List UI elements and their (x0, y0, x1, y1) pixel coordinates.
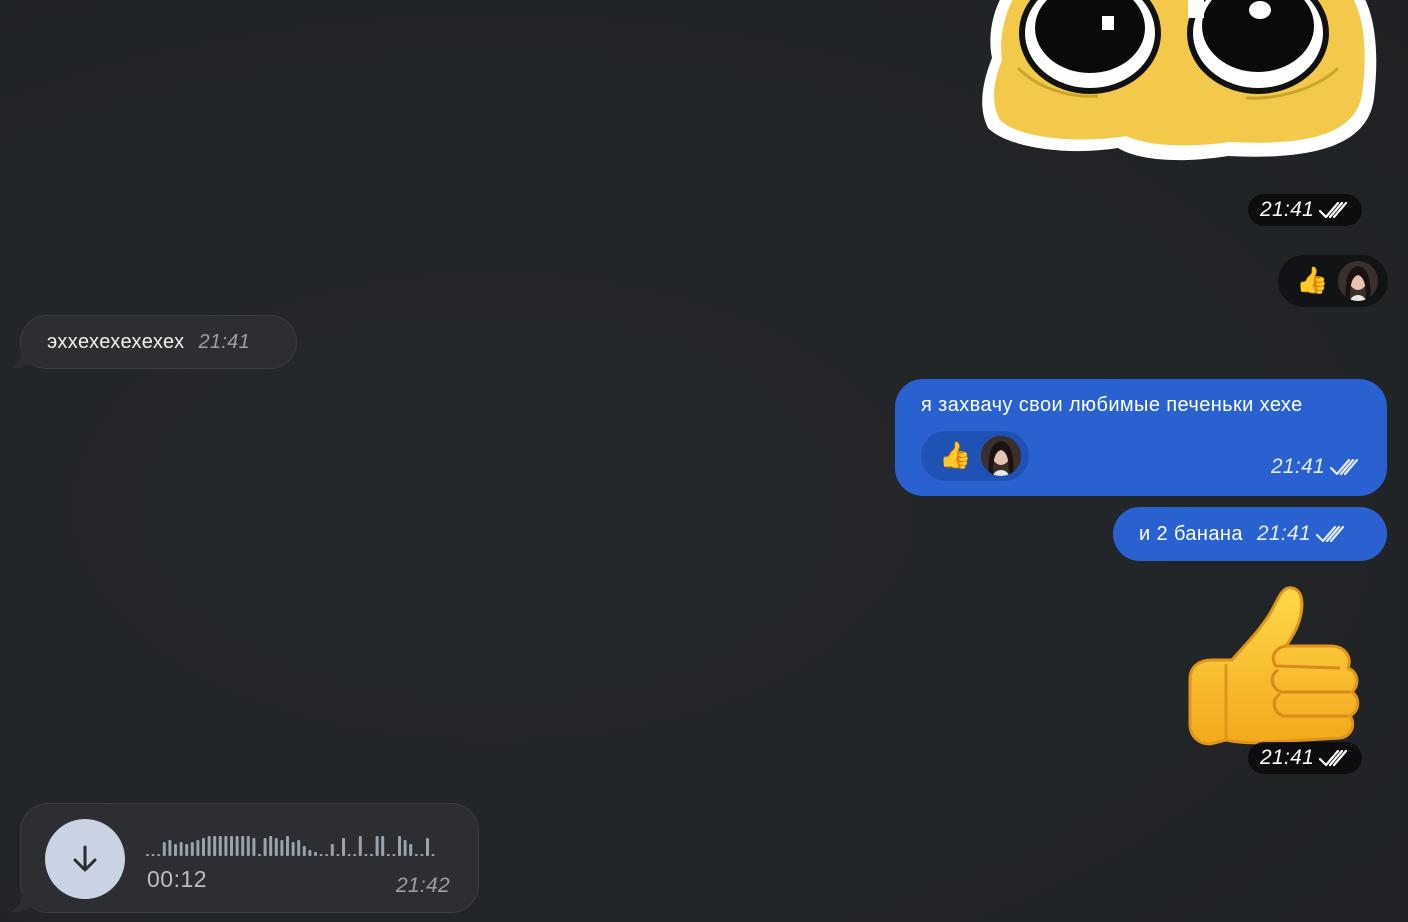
waveform-bar (347, 854, 351, 856)
arrow-down-icon (73, 845, 97, 872)
timestamp: 21:41 (1270, 455, 1325, 478)
waveform-bar (314, 852, 317, 856)
chat-area: 21:41 👍 эххехехехехех 21:41 я захвачу св… (0, 0, 1408, 922)
waveform-bar (286, 836, 289, 856)
sticker-timestamp: 21:41 (1248, 742, 1363, 774)
waveform-bar (409, 844, 413, 856)
timestamp: 21:41 (1260, 746, 1315, 769)
waveform-bar (319, 854, 323, 856)
bubble-tail (10, 892, 36, 913)
waveform-bar (157, 854, 161, 856)
thumbs-up-icon: 👍 (939, 441, 972, 471)
timestamp: 21:41 (198, 330, 251, 353)
waveform-bar (235, 836, 239, 856)
sticker-timestamp: 21:41 (1248, 194, 1363, 226)
waveform-bar (218, 836, 222, 856)
avatar[interactable] (1338, 261, 1379, 301)
waveform-bar (330, 844, 334, 856)
reaction-pill[interactable]: 👍 (921, 431, 1029, 481)
message-meta: 21:41 (1257, 522, 1347, 546)
waveform-bar (431, 854, 435, 856)
waveform-bar (151, 854, 155, 856)
read-check-icon (1318, 749, 1348, 767)
incoming-message[interactable]: эххехехехехех 21:41 (20, 315, 297, 369)
waveform-bar (196, 840, 200, 856)
waveform-bar (392, 854, 396, 856)
voice-message[interactable]: 00:12 21:42 (20, 803, 479, 913)
waveform-bar (358, 836, 362, 856)
waveform-bar (246, 836, 250, 856)
waveform-bar (269, 836, 273, 856)
waveform-bar (364, 854, 368, 856)
waveform-bar (230, 836, 233, 856)
message-text: я захвачу свои любимые печеньки хехе (921, 394, 1303, 416)
waveform-bar (342, 838, 345, 856)
thumbs-up-icon: 👍 (1296, 266, 1329, 296)
waveform-bar (403, 840, 407, 856)
waveform-bar (297, 840, 301, 856)
waveform-bar (258, 854, 261, 856)
waveform-bar (168, 840, 172, 856)
message-meta: 21:41 (1271, 455, 1361, 479)
waveform-bar (274, 838, 278, 856)
download-button[interactable] (45, 819, 125, 899)
waveform-bar (202, 838, 205, 856)
waveform-bar (398, 836, 401, 856)
cute-emoji-sticker[interactable] (978, 0, 1382, 168)
waveform-bar (308, 850, 312, 856)
waveform-bar (179, 842, 183, 856)
waveform-bar (224, 836, 228, 856)
waveform-bar (375, 836, 379, 856)
waveform-bar (386, 854, 390, 856)
outgoing-message[interactable]: я захвачу свои любимые печеньки хехе 👍 2… (895, 379, 1387, 496)
waveform[interactable] (146, 830, 446, 856)
waveform-bar (146, 854, 149, 856)
message-text: и 2 банана (1139, 522, 1243, 545)
waveform-bar (174, 844, 177, 856)
waveform-bar (420, 854, 424, 856)
waveform-bar (353, 854, 357, 856)
timestamp: 21:41 (1260, 198, 1315, 221)
waveform-bar (426, 838, 429, 856)
waveform-bar (162, 842, 166, 856)
read-check-icon (1318, 201, 1348, 219)
waveform-bar (414, 854, 418, 856)
timestamp: 21:41 (1256, 522, 1311, 545)
waveform-bar (185, 844, 189, 856)
read-check-icon (1329, 458, 1359, 476)
waveform-bar (381, 836, 385, 856)
waveform-bar (291, 842, 295, 856)
waveform-bar (213, 836, 217, 856)
thumbs-up-sticker[interactable] (1180, 584, 1370, 764)
read-check-icon (1315, 525, 1345, 543)
outgoing-message[interactable]: и 2 банана 21:41 (1113, 507, 1387, 561)
waveform-bar (302, 846, 306, 856)
bubble-tail (10, 348, 36, 369)
waveform-bar (336, 854, 340, 856)
waveform-bar (370, 854, 373, 856)
message-text: эххехехехехех (47, 330, 185, 353)
waveform-bar (252, 838, 256, 856)
reaction-pill[interactable]: 👍 (1278, 255, 1388, 307)
waveform-bar (325, 854, 329, 856)
waveform-bar (190, 842, 194, 856)
avatar[interactable] (981, 436, 1022, 476)
waveform-bar (207, 836, 211, 856)
voice-duration: 00:12 (147, 866, 208, 892)
waveform-bar (241, 836, 245, 856)
waveform-bar (280, 840, 284, 856)
waveform-bar (263, 838, 267, 856)
timestamp: 21:42 (395, 874, 450, 897)
